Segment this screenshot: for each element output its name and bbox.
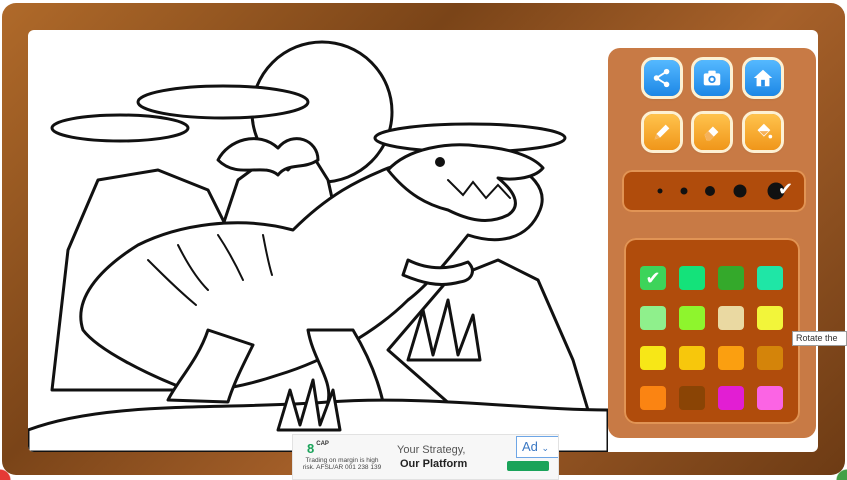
color-swatch-11[interactable] bbox=[718, 346, 744, 370]
cloud-shape-1[interactable] bbox=[136, 84, 310, 120]
color-swatch-10[interactable] bbox=[679, 346, 705, 370]
camera-button[interactable] bbox=[694, 60, 730, 96]
advertisement-banner[interactable]: 8 CAP Trading on margin is high risk. AFS… bbox=[292, 434, 559, 480]
color-swatch-8[interactable] bbox=[757, 306, 783, 330]
brush-size-4[interactable] bbox=[733, 184, 747, 198]
ad-choices-badge[interactable]: Ad ⌄ bbox=[516, 436, 558, 458]
eraser-icon bbox=[704, 126, 719, 141]
color-swatch-7[interactable] bbox=[718, 306, 744, 330]
color-swatch-6[interactable] bbox=[679, 306, 705, 330]
ad-logo-mark: 8 bbox=[307, 441, 315, 456]
ad-cta-button[interactable] bbox=[507, 461, 549, 471]
brush-size-2[interactable] bbox=[680, 187, 688, 195]
color-swatch-9[interactable] bbox=[640, 346, 666, 370]
fill-tool-button[interactable] bbox=[745, 114, 781, 150]
share-button[interactable] bbox=[644, 60, 680, 96]
ad-logo: 8 CAP bbox=[307, 441, 329, 456]
home-button[interactable] bbox=[745, 60, 781, 96]
color-swatch-2[interactable] bbox=[679, 266, 705, 290]
brush-size-selector: ✔ bbox=[622, 170, 806, 212]
color-swatch-1[interactable]: ✔ bbox=[640, 266, 666, 290]
color-swatch-4[interactable] bbox=[757, 266, 783, 290]
ad-logo-suffix: CAP bbox=[316, 441, 329, 447]
color-swatch-3[interactable] bbox=[718, 266, 744, 290]
color-swatch-13[interactable] bbox=[640, 386, 666, 410]
home-icon bbox=[753, 69, 773, 87]
ad-headline: Your Strategy, bbox=[397, 444, 466, 456]
brush-size-1[interactable] bbox=[657, 188, 663, 194]
chevron-down-icon: ⌄ bbox=[541, 443, 550, 453]
eraser-tool-button[interactable] bbox=[694, 114, 730, 150]
color-palette: ✔ bbox=[624, 238, 800, 424]
camera-icon bbox=[703, 70, 721, 86]
pencil-tool-button[interactable] bbox=[644, 114, 680, 150]
dinosaur-coloring-canvas[interactable] bbox=[28, 30, 608, 452]
cloud-shape-2[interactable] bbox=[50, 113, 190, 143]
ad-subline: Our Platform bbox=[400, 458, 468, 470]
share-icon bbox=[653, 68, 670, 88]
color-swatch-14[interactable] bbox=[679, 386, 705, 410]
pencil-icon bbox=[654, 124, 670, 140]
dinosaur-leg-front[interactable] bbox=[306, 328, 385, 404]
color-swatch-12[interactable] bbox=[757, 346, 783, 370]
ad-risk-warning: Trading on margin is high risk. AFSL/AR … bbox=[302, 457, 382, 471]
color-swatch-5[interactable] bbox=[640, 306, 666, 330]
brush-selected-check-icon: ✔ bbox=[778, 179, 794, 199]
selected-color-check-icon: ✔ bbox=[645, 268, 661, 288]
rotate-tooltip: Rotate the bbox=[792, 331, 847, 346]
tools-panel: ✔ ✔ bbox=[608, 48, 816, 438]
brush-size-3[interactable] bbox=[705, 186, 715, 196]
paint-bucket-icon bbox=[757, 123, 773, 139]
color-swatch-15[interactable] bbox=[718, 386, 744, 410]
color-swatch-16[interactable] bbox=[757, 386, 783, 410]
ad-badge-label: Ad bbox=[522, 439, 538, 454]
